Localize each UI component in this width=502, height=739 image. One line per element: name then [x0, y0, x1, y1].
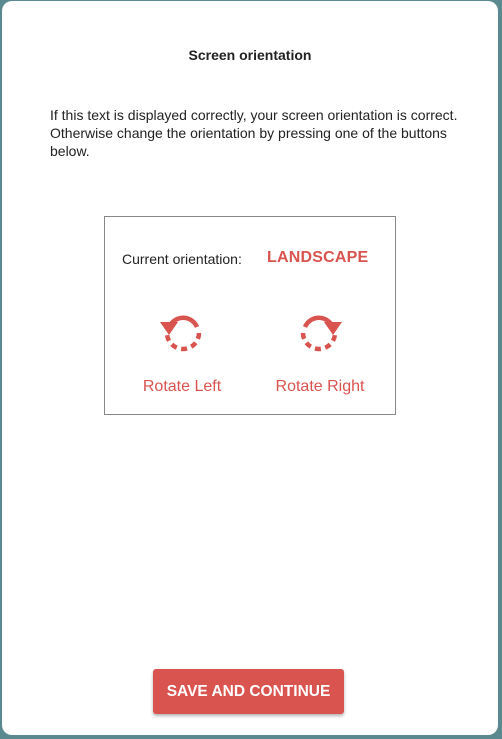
dialog-description: If this text is displayed correctly, you…: [50, 106, 460, 160]
rotate-right-button[interactable]: Rotate Right: [260, 301, 380, 401]
description-line-1: If this text is displayed correctly, you…: [50, 107, 458, 123]
current-orientation-value: LANDSCAPE: [267, 249, 369, 266]
rotate-left-button[interactable]: Rotate Left: [122, 301, 242, 401]
orientation-dialog: Screen orientation If this text is displ…: [2, 1, 498, 735]
rotate-left-label: Rotate Left: [142, 378, 222, 395]
rotate-left-icon: [160, 315, 202, 352]
description-line-2: Otherwise change the orientation by pres…: [50, 125, 447, 159]
current-orientation-label: Current orientation:: [122, 251, 242, 267]
orientation-panel: Current orientation: LANDSCAPE Rotate Le…: [104, 216, 396, 415]
rotate-right-label: Rotate Right: [275, 378, 365, 395]
save-and-continue-button[interactable]: SAVE AND CONTINUE: [153, 669, 344, 714]
dialog-title: Screen orientation: [188, 47, 312, 63]
rotate-right-icon: [300, 315, 342, 352]
